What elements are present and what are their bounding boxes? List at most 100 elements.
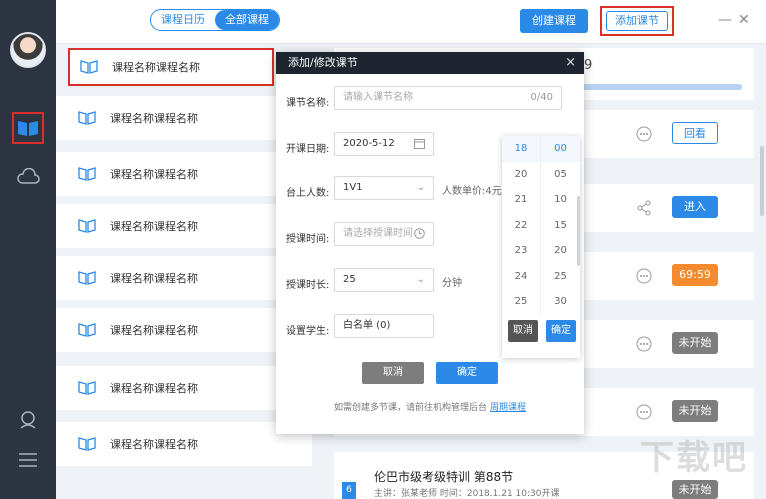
countdown-button[interactable]: 69:59: [672, 264, 718, 286]
course-item[interactable]: 课程名称课程名称: [68, 48, 274, 86]
lesson-title: 伦巴市级考级特训 第88节: [374, 470, 514, 484]
minute-column[interactable]: 00 05 10 15 20 25 30: [541, 136, 580, 314]
course-name: 课程名称课程名称: [110, 168, 198, 181]
left-rail: [0, 0, 56, 499]
hour-option[interactable]: 23: [502, 238, 540, 264]
dialog-footer: 如需创建多节课，请前往机构管理后台 周期课程: [276, 400, 584, 413]
course-name: 课程名称课程名称: [110, 438, 198, 451]
course-item[interactable]: 课程名称课程名称: [56, 96, 312, 140]
view-switch: 课程日历 全部课程: [150, 9, 280, 31]
course-item[interactable]: 课程名称课程名称: [56, 422, 312, 466]
lesson-name-placeholder: 请输入课节名称: [343, 92, 413, 103]
hour-option[interactable]: 22: [502, 213, 540, 239]
hour-option[interactable]: 18: [502, 136, 540, 162]
enter-button[interactable]: 进入: [672, 196, 718, 218]
create-course-button[interactable]: 创建课程: [520, 9, 588, 33]
minute-option[interactable]: 05: [541, 162, 580, 188]
chevron-down-icon: ⌄: [416, 182, 425, 193]
picker-scrollbar[interactable]: [577, 196, 580, 266]
confirm-button[interactable]: 确定: [436, 362, 498, 384]
lesson-index-badge: 6: [342, 482, 356, 499]
students-whitelist-field[interactable]: 白名单 (0): [334, 314, 434, 338]
course-item[interactable]: 课程名称课程名称: [56, 308, 312, 352]
minute-option[interactable]: 15: [541, 213, 580, 239]
top-bar: 课程日历 全部课程 创建课程 添加课节 — ✕: [56, 0, 766, 44]
people-select[interactable]: 1V1 ⌄: [334, 176, 434, 200]
students-label: 设置学生:: [286, 326, 330, 337]
picker-confirm-button[interactable]: 确定: [546, 320, 576, 342]
date-label: 开课日期:: [286, 144, 330, 155]
book-icon: [78, 322, 96, 338]
replay-button[interactable]: 回看: [672, 122, 718, 144]
price-note: 人数单价:4元/: [442, 186, 506, 197]
hour-option[interactable]: 20: [502, 162, 540, 188]
minute-option[interactable]: 30: [541, 289, 580, 315]
duration-unit: 分钟: [442, 278, 462, 289]
calendar-icon[interactable]: [414, 133, 425, 158]
cloud-icon[interactable]: [14, 162, 42, 190]
avatar[interactable]: [10, 32, 46, 68]
cancel-button[interactable]: 取消: [362, 362, 424, 384]
date-picker-input[interactable]: 2020-5-12: [334, 132, 434, 156]
minute-option[interactable]: 25: [541, 264, 580, 290]
time-label: 授课时间:: [286, 234, 330, 245]
dialog-close-icon[interactable]: ×: [565, 52, 576, 74]
minute-option[interactable]: 10: [541, 187, 580, 213]
book-icon: [78, 218, 96, 234]
people-value: 1V1: [343, 182, 363, 193]
course-name: 课程名称课程名称: [110, 272, 198, 285]
lesson-count: 9: [584, 58, 593, 73]
time-picker-dropdown: 18 20 21 22 23 24 25 00 05 10 15 20 25 3…: [502, 136, 580, 358]
more-icon[interactable]: [636, 126, 652, 142]
add-lesson-button[interactable]: 添加课节: [606, 11, 668, 31]
course-name: 课程名称课程名称: [110, 382, 198, 395]
footer-text: 如需创建多节课，请前往机构管理后台: [334, 403, 488, 413]
tab-all-courses[interactable]: 全部课程: [215, 10, 279, 30]
people-label: 台上人数:: [286, 188, 330, 199]
students-value: 白名单 (0): [343, 320, 391, 331]
time-picker-input[interactable]: 请选择授课时间: [334, 222, 434, 246]
app-window: 课程日历 全部课程 创建课程 添加课节 — ✕ 课程名称课程名称 课程名称课程名…: [0, 0, 766, 499]
lesson-name-input[interactable]: 请输入课节名称 0/40: [334, 86, 562, 110]
courses-book-icon[interactable]: [12, 112, 44, 144]
picker-cancel-button[interactable]: 取消: [508, 320, 538, 342]
time-placeholder: 请选择授课时间: [343, 228, 413, 239]
not-started-button[interactable]: 未开始: [672, 332, 718, 354]
more-icon[interactable]: [636, 336, 652, 352]
scrollbar[interactable]: [760, 146, 764, 216]
book-icon: [80, 59, 98, 75]
minute-option[interactable]: 20: [541, 238, 580, 264]
not-started-button[interactable]: 未开始: [672, 400, 718, 422]
book-icon: [78, 166, 96, 182]
course-name: 课程名称课程名称: [110, 324, 198, 337]
duration-select[interactable]: 25 ⌄: [334, 268, 434, 292]
minute-option[interactable]: 00: [541, 136, 580, 162]
date-value: 2020-5-12: [343, 138, 395, 149]
duration-label: 授课时长:: [286, 280, 330, 291]
hour-column[interactable]: 18 20 21 22 23 24 25: [502, 136, 541, 314]
close-window-icon[interactable]: ✕: [738, 12, 750, 28]
hour-option[interactable]: 25: [502, 289, 540, 315]
minimize-icon[interactable]: —: [718, 12, 732, 28]
not-started-button[interactable]: 未开始: [672, 480, 718, 499]
hour-option[interactable]: 24: [502, 264, 540, 290]
watermark: 下载吧: [640, 438, 748, 478]
periodic-course-link[interactable]: 周期课程: [490, 403, 526, 413]
support-icon[interactable]: [14, 406, 42, 434]
lesson-subtitle: 主讲：张某老师 时间：2018.1.21 10:30开课: [374, 489, 560, 499]
share-icon[interactable]: [636, 200, 652, 216]
book-icon: [78, 270, 96, 286]
progress-bar: [572, 84, 742, 90]
course-item[interactable]: 课程名称课程名称: [56, 152, 312, 196]
more-icon[interactable]: [636, 268, 652, 284]
lesson-name-label: 课节名称:: [286, 98, 330, 109]
add-lesson-highlight: 添加课节: [600, 6, 674, 36]
menu-icon[interactable]: [14, 446, 42, 474]
course-name: 课程名称课程名称: [110, 112, 198, 125]
course-item[interactable]: 课程名称课程名称: [56, 204, 312, 248]
course-item[interactable]: 课程名称课程名称: [56, 256, 312, 300]
course-item[interactable]: 课程名称课程名称: [56, 366, 312, 410]
tab-calendar[interactable]: 课程日历: [151, 10, 215, 30]
more-icon[interactable]: [636, 404, 652, 420]
hour-option[interactable]: 21: [502, 187, 540, 213]
